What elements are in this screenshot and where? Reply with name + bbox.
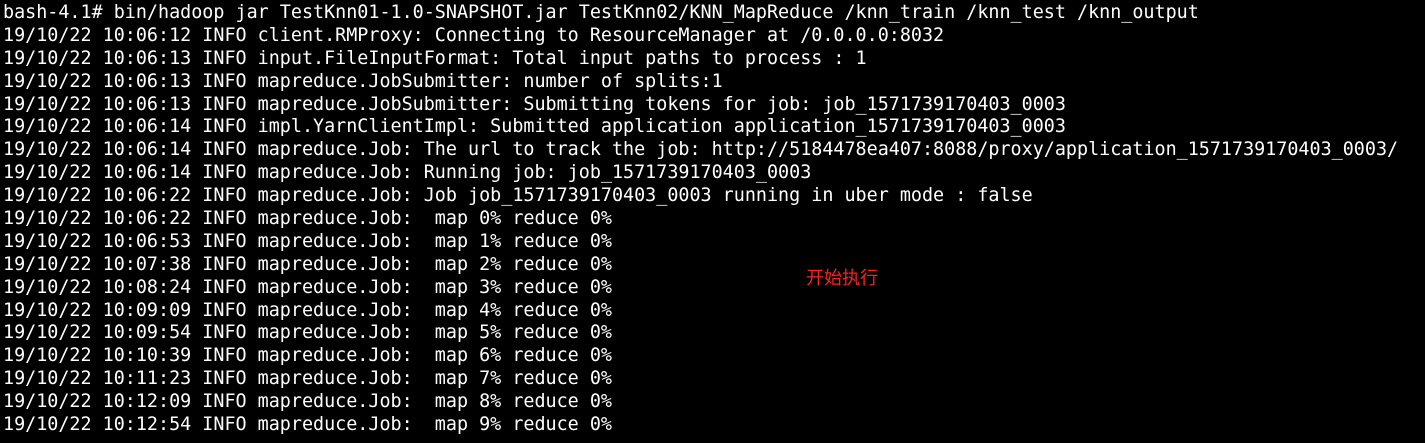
terminal-output[interactable]: bash-4.1# bin/hadoop jar TestKnn01-1.0-S… [0, 0, 1425, 443]
log-line: 19/10/22 10:06:13 INFO mapreduce.JobSubm… [3, 70, 723, 92]
progress-line: 19/10/22 10:11:23 INFO mapreduce.Job: ma… [3, 368, 612, 390]
log-line: 19/10/22 10:06:13 INFO mapreduce.JobSubm… [3, 93, 1066, 115]
progress-line: 19/10/22 10:12:09 INFO mapreduce.Job: ma… [3, 391, 612, 413]
progress-line: 19/10/22 10:09:09 INFO mapreduce.Job: ma… [3, 299, 612, 321]
log-line: 19/10/22 10:06:13 INFO input.FileInputFo… [3, 47, 867, 69]
progress-line: 19/10/22 10:07:38 INFO mapreduce.Job: ma… [3, 253, 612, 275]
progress-line: 19/10/22 10:06:22 INFO mapreduce.Job: ma… [3, 208, 612, 230]
progress-line: 19/10/22 10:10:39 INFO mapreduce.Job: ma… [3, 345, 612, 367]
command-line: bash-4.1# bin/hadoop jar TestKnn01-1.0-S… [3, 2, 1199, 23]
progress-line: 19/10/22 10:12:54 INFO mapreduce.Job: ma… [3, 414, 612, 436]
progress-line: 19/10/22 10:08:24 INFO mapreduce.Job: ma… [3, 276, 612, 298]
log-line: 19/10/22 10:06:14 INFO impl.YarnClientIm… [3, 116, 1066, 138]
progress-line: 19/10/22 10:09:54 INFO mapreduce.Job: ma… [3, 322, 612, 344]
log-line: 19/10/22 10:06:14 INFO mapreduce.Job: Th… [3, 139, 1399, 161]
annotation-label: 开始执行 [806, 268, 878, 289]
log-line: 19/10/22 10:06:12 INFO client.RMProxy: C… [3, 24, 945, 46]
log-line: 19/10/22 10:06:14 INFO mapreduce.Job: Ru… [3, 162, 812, 184]
log-line: 19/10/22 10:06:22 INFO mapreduce.Job: Jo… [3, 185, 1033, 207]
progress-line: 19/10/22 10:06:53 INFO mapreduce.Job: ma… [3, 230, 612, 252]
